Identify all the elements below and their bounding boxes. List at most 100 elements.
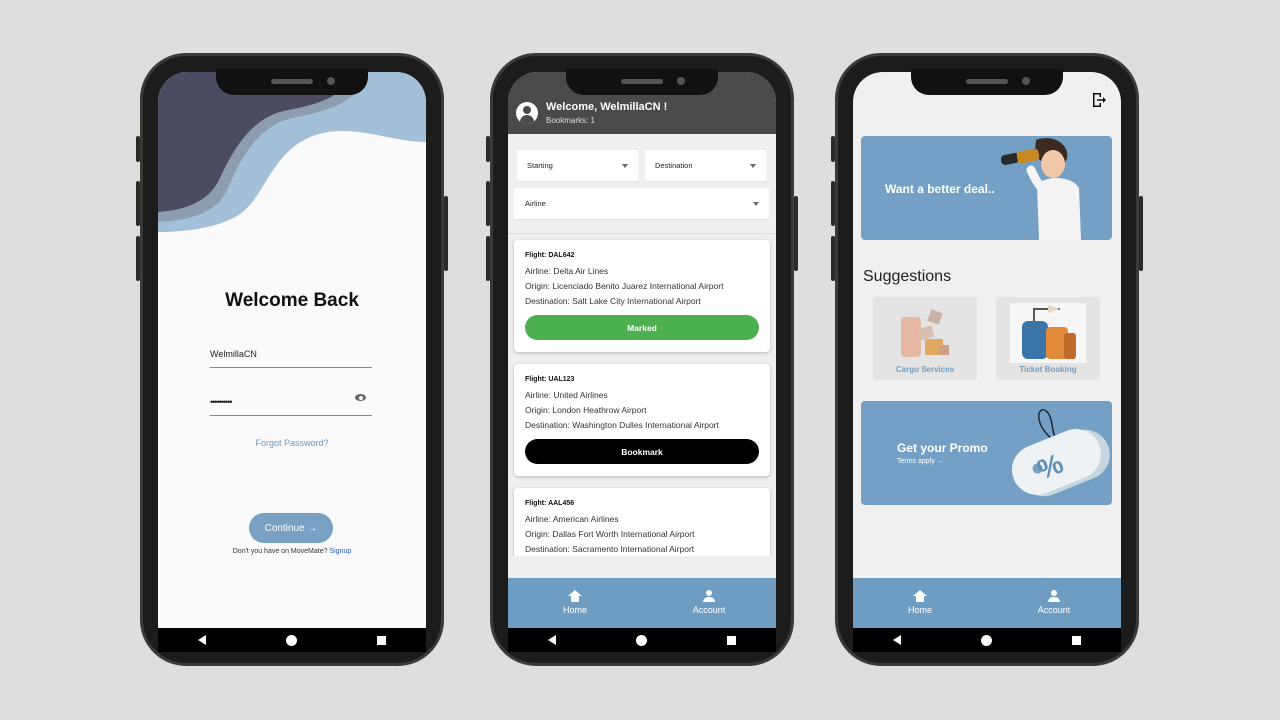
logout-icon[interactable] bbox=[1091, 92, 1107, 108]
flight-card: Flight: AAL456 Airline: American Airline… bbox=[514, 488, 770, 556]
flight-airline: Airline: United Airlines bbox=[525, 390, 608, 400]
flight-number: Flight: DAL642 bbox=[525, 252, 575, 259]
forgot-password-link[interactable]: Forgot Password? bbox=[158, 438, 426, 448]
phone-side-button bbox=[831, 236, 835, 281]
phone-notch bbox=[911, 69, 1063, 95]
flight-destination: Destination: Salt Lake City Internationa… bbox=[525, 296, 701, 306]
eye-icon[interactable] bbox=[355, 394, 366, 401]
phone-side-button bbox=[831, 136, 835, 162]
suggestion-cargo-services[interactable]: Cargo Services bbox=[873, 297, 977, 380]
speaker bbox=[621, 79, 663, 84]
phone-side-button bbox=[136, 181, 140, 226]
account-icon bbox=[703, 590, 715, 602]
avatar-icon[interactable] bbox=[516, 102, 538, 124]
signup-link[interactable]: Signup bbox=[329, 548, 351, 555]
flight-destination: Destination: Washington Dulles Internati… bbox=[525, 420, 719, 430]
password-field[interactable]: •••••••••• bbox=[210, 394, 372, 416]
bookmarks-count: Bookmarks: 1 bbox=[546, 116, 595, 125]
promo-title: Get your Promo bbox=[897, 441, 988, 455]
deal-banner-text: Want a better deal.. bbox=[885, 182, 995, 196]
flight-destination: Destination: Sacramento International Ai… bbox=[525, 544, 695, 554]
home-circle-icon[interactable] bbox=[286, 634, 297, 646]
suggestion-label: Cargo Services bbox=[895, 365, 955, 374]
back-icon[interactable] bbox=[198, 635, 206, 645]
camera bbox=[1022, 77, 1030, 85]
speaker bbox=[966, 79, 1008, 84]
signup-prompt-text: Don't you have on MoveMate? bbox=[232, 548, 328, 555]
login-screen: Welcome Back WelmillaCN •••••••••• Forgo… bbox=[158, 72, 426, 650]
chevron-down-icon bbox=[622, 164, 628, 168]
chevron-down-icon bbox=[750, 164, 756, 168]
tab-home-label: Home bbox=[907, 605, 932, 615]
man-binoculars-illustration bbox=[1001, 138, 1081, 240]
phone-side-button bbox=[831, 181, 835, 226]
luggage-illustration bbox=[1010, 303, 1086, 363]
home-icon bbox=[568, 590, 582, 602]
wave-decoration bbox=[158, 72, 426, 232]
phone-power-button bbox=[444, 196, 448, 271]
system-navbar bbox=[508, 628, 776, 652]
home-icon bbox=[913, 590, 927, 602]
tab-home-label: Home bbox=[562, 605, 587, 615]
flight-card: Flight: UAL123 Airline: United Airlines … bbox=[514, 364, 770, 476]
password-value: •••••••••• bbox=[210, 397, 232, 407]
home-circle-icon[interactable] bbox=[636, 634, 647, 646]
phone-power-button bbox=[794, 196, 798, 271]
recent-apps-icon[interactable] bbox=[377, 635, 386, 645]
flight-origin: Origin: Dallas Fort Worth International … bbox=[525, 529, 695, 539]
airline-select[interactable]: Airline bbox=[514, 188, 769, 220]
phone-power-button bbox=[1139, 196, 1143, 271]
home-screen: Want a better deal.. Suggestions Cargo S… bbox=[853, 72, 1121, 650]
terms-link[interactable]: Terms apply → bbox=[897, 458, 944, 465]
promo-banner[interactable]: Get your Promo Terms apply → % bbox=[861, 401, 1112, 505]
camera bbox=[327, 77, 335, 85]
username-field[interactable]: WelmillaCN bbox=[210, 349, 372, 368]
flight-number: Flight: AAL456 bbox=[525, 500, 575, 507]
flight-airline: Airline: Delta Air Lines bbox=[525, 266, 609, 276]
phone-home: Want a better deal.. Suggestions Cargo S… bbox=[831, 53, 1143, 666]
account-icon bbox=[1048, 590, 1060, 602]
phone-side-button bbox=[136, 236, 140, 281]
phone-flights: Welcome, WelmillaCN ! Bookmarks: 1 Start… bbox=[486, 53, 798, 666]
destination-select[interactable]: Destination bbox=[645, 150, 766, 182]
back-icon[interactable] bbox=[893, 635, 901, 645]
phone-side-button bbox=[486, 236, 490, 281]
flight-airline: Airline: American Airlines bbox=[525, 514, 619, 524]
continue-button[interactable]: Continue → bbox=[249, 513, 333, 543]
camera bbox=[677, 77, 685, 85]
flight-origin: Origin: London Heathrow Airport bbox=[525, 405, 647, 415]
phone-notch bbox=[566, 69, 718, 95]
page-title: Welcome Back bbox=[225, 290, 359, 311]
flights-screen: Welcome, WelmillaCN ! Bookmarks: 1 Start… bbox=[508, 72, 776, 650]
back-icon[interactable] bbox=[548, 635, 556, 645]
airline-select-label: Airline bbox=[525, 199, 546, 208]
phone-side-button bbox=[486, 136, 490, 162]
cargo-boxes-illustration bbox=[901, 309, 949, 357]
flight-list[interactable]: Flight: DAL642 Airline: Delta Air Lines … bbox=[508, 233, 776, 556]
tab-account-label: Account bbox=[692, 605, 726, 615]
suggestions-title: Suggestions bbox=[863, 268, 952, 285]
phone-notch bbox=[216, 69, 368, 95]
bookmark-button[interactable]: Bookmark bbox=[525, 439, 759, 464]
flight-card: Flight: DAL642 Airline: Delta Air Lines … bbox=[514, 240, 770, 352]
flight-number: Flight: UAL123 bbox=[525, 376, 575, 383]
system-navbar bbox=[158, 628, 426, 652]
chevron-down-icon bbox=[753, 202, 759, 206]
phone-side-button bbox=[486, 181, 490, 226]
recent-apps-icon[interactable] bbox=[1072, 635, 1081, 645]
suggestion-ticket-booking[interactable]: Ticket Booking bbox=[996, 297, 1100, 380]
home-circle-icon[interactable] bbox=[981, 634, 992, 646]
phone-side-button bbox=[136, 136, 140, 162]
suggestion-label: Ticket Booking bbox=[1019, 365, 1077, 374]
deal-banner[interactable]: Want a better deal.. bbox=[861, 136, 1112, 240]
marked-button[interactable]: Marked bbox=[525, 315, 759, 340]
speaker bbox=[271, 79, 313, 84]
starting-select-label: Starting bbox=[527, 161, 553, 170]
signup-prompt: Don't you have on MoveMate? Signup bbox=[158, 548, 426, 555]
recent-apps-icon[interactable] bbox=[727, 635, 736, 645]
flight-origin: Origin: Licenciado Benito Juarez Interna… bbox=[525, 281, 724, 291]
welcome-text: Welcome, WelmillaCN ! bbox=[546, 101, 668, 113]
phone-login: Welcome Back WelmillaCN •••••••••• Forgo… bbox=[136, 53, 448, 666]
destination-select-label: Destination bbox=[655, 161, 693, 170]
starting-select[interactable]: Starting bbox=[517, 150, 638, 182]
